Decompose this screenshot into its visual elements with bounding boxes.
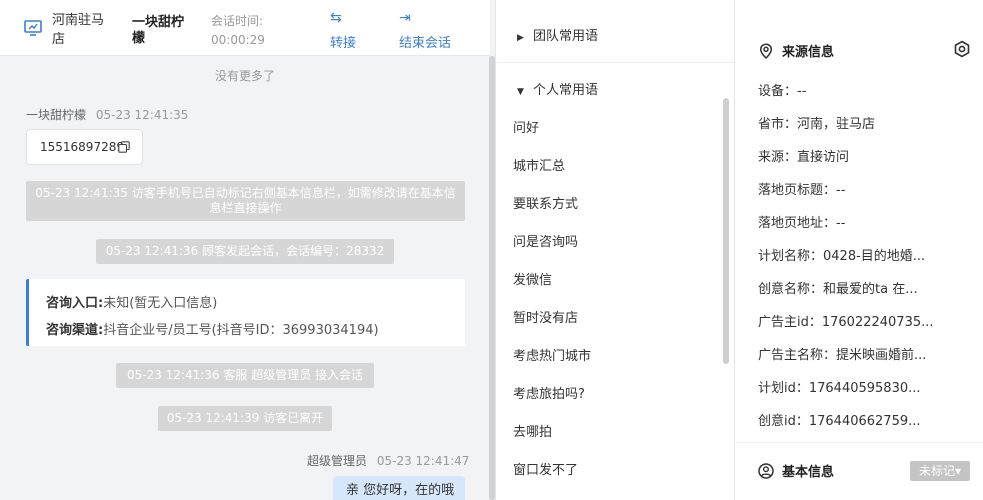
no-more-text[interactable]: 没有更多了 (0, 67, 490, 84)
agent-message-time: 05-23 12:41:47 (376, 454, 470, 468)
system-message: 05-23 12:41:35 访客手机号已自动标记右侧基本信息栏，如需修改请在基… (26, 181, 465, 221)
transfer-button[interactable]: ⇆ 转接 (330, 10, 356, 51)
system-message: 05-23 12:41:36 客服 超级管理员 接入会话 (116, 363, 374, 388)
caret-down-icon: ▼ (517, 87, 524, 97)
transfer-label: 转接 (330, 36, 357, 51)
agent-message-meta: 超级管理员 05-23 12:41:47 (307, 452, 469, 469)
quick-phrases-panel: ▶ 团队常用语 ▼ 个人常用语 问好 城市汇总 要联系方式 问是咨询吗 发微信 暂时… (497, 0, 735, 500)
agent-message-bubble: 亲 您好呀，在的哦 (333, 476, 465, 500)
channel-row: 咨询渠道:抖音企业号/员工号(抖音号ID：36993034194) (46, 317, 465, 344)
session-time-label: 会话时间: (211, 14, 264, 28)
shop-name: 河南驻马店 (52, 13, 105, 47)
session-time-value: 00:00:29 (211, 33, 265, 47)
landing-page-title: 落地页标题：-- (758, 183, 846, 198)
landing-page-url: 落地页地址：-- (758, 216, 846, 231)
phone-message-bubble: 15516897289 (26, 129, 143, 165)
creative-id: 创意id：176440662759... (758, 414, 921, 429)
basic-info-label: 基本信息 (782, 465, 835, 480)
transfer-icon: ⇆ (330, 10, 342, 26)
location-pin-icon (759, 43, 773, 60)
visitor-message-meta: 一块甜柠檬 05-23 12:41:35 (26, 106, 188, 123)
phone-number: 15516897289 (40, 140, 124, 154)
basic-info-title: 基本信息 (758, 461, 834, 480)
team-phrases-group[interactable]: ▶ 团队常用语 (517, 25, 598, 44)
plan-name: 计划名称：0428-目的地婚... (758, 249, 926, 264)
personal-phrases-group[interactable]: ▼ 个人常用语 (517, 79, 598, 98)
monitor-icon (24, 20, 42, 36)
channel-key: 咨询渠道: (46, 323, 104, 338)
entry-info-card: 咨询入口:未知(暂无入口信息) 咨询渠道:抖音企业号/员工号(抖音号ID：369… (26, 279, 465, 346)
chat-scrollbar[interactable] (489, 56, 495, 500)
advertiser-id: 广告主id：176022240735... (758, 315, 934, 330)
plan-id: 计划id：176440595830... (758, 381, 921, 396)
visitor-info-panel: 来源信息 设备：-- 省市：河南，驻马店 来源：直接访问 落地页标题：-- 落地… (736, 0, 983, 500)
source-origin: 来源：直接访问 (758, 150, 850, 165)
phrase-item[interactable]: 考虑旅拍吗? (513, 383, 585, 402)
visitor-name: 一块甜柠檬 (132, 15, 185, 46)
phrase-item[interactable]: 窗口发不了 (513, 459, 578, 478)
visitor-message-time: 05-23 12:41:35 (95, 108, 189, 122)
divider (736, 442, 983, 443)
entry-value: 未知(暂无入口信息) (103, 296, 218, 311)
team-phrases-label: 团队常用语 (533, 29, 599, 44)
agent-sender-name: 超级管理员 (307, 454, 368, 468)
personal-phrases-label: 个人常用语 (533, 83, 599, 98)
chat-panel: 河南驻马店 一块甜柠檬 会话时间: 00:00:29 ⇆ 转接 ⇥ 结束会话 没… (0, 0, 496, 500)
source-info-label: 来源信息 (782, 45, 835, 60)
phrases-scrollbar[interactable] (723, 98, 729, 364)
entry-key: 咨询入口: (46, 296, 104, 311)
creative-name: 创意名称：和最爱的ta 在... (758, 282, 918, 297)
channel-value: 抖音企业号/员工号(抖音号ID：36993034194) (103, 323, 379, 338)
end-session-button[interactable]: ⇥ 结束会话 (399, 10, 451, 51)
settings-icon[interactable] (953, 40, 971, 58)
caret-right-icon: ▶ (517, 33, 524, 43)
phrase-item[interactable]: 去哪拍 (513, 421, 552, 440)
phrase-item[interactable]: 暂时没有店 (513, 307, 578, 326)
phrase-item[interactable]: 问是咨询吗 (513, 231, 578, 250)
copy-icon[interactable] (118, 141, 130, 153)
chat-scrollbar-thumb[interactable] (489, 56, 495, 500)
end-session-label: 结束会话 (399, 36, 452, 51)
source-province-city: 省市：河南，驻马店 (758, 117, 876, 132)
phrase-item[interactable]: 要联系方式 (513, 193, 578, 212)
tag-dropdown[interactable]: 未标记▾ (910, 461, 970, 481)
exit-icon: ⇥ (399, 10, 411, 26)
phrase-item[interactable]: 考虑热门城市 (513, 345, 591, 364)
source-info-title: 来源信息 (758, 41, 834, 60)
system-message: 05-23 12:41:39 访客已离开 (158, 406, 332, 431)
advertiser-name: 广告主名称：提米映画婚前... (758, 348, 927, 363)
user-circle-icon (758, 463, 774, 479)
divider (497, 62, 735, 63)
phrase-item[interactable]: 问好 (513, 117, 539, 136)
chat-header: 河南驻马店 一块甜柠檬 会话时间: 00:00:29 ⇆ 转接 ⇥ 结束会话 (0, 0, 490, 56)
entry-row: 咨询入口:未知(暂无入口信息) (46, 290, 465, 317)
phrase-item[interactable]: 城市汇总 (513, 155, 565, 174)
visitor-sender-name: 一块甜柠檬 (26, 108, 87, 122)
source-device: 设备：-- (758, 84, 807, 99)
phrase-item[interactable]: 发微信 (513, 269, 552, 288)
system-message: 05-23 12:41:36 顾客发起会话，会话编号：28332 (96, 239, 394, 264)
